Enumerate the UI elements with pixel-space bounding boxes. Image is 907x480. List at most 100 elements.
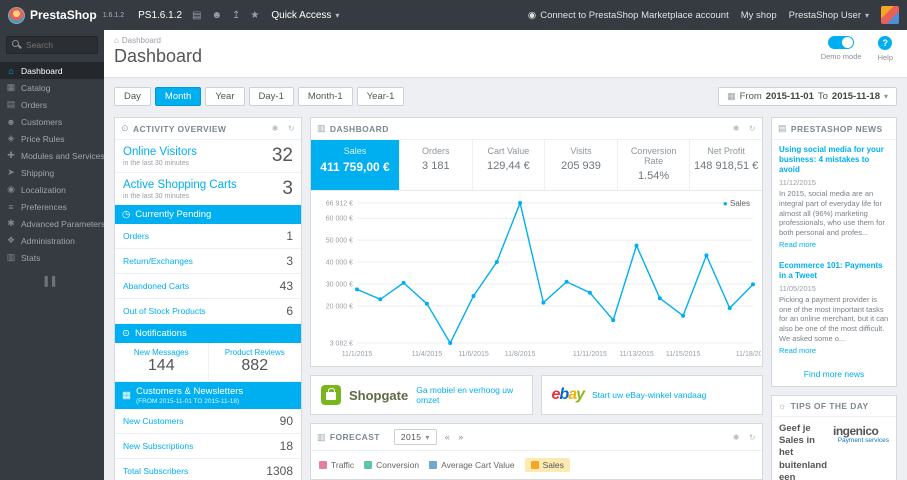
kpi-sales[interactable]: Sales 411 759,00 € — [311, 140, 399, 190]
forecast-legend-sales[interactable]: Sales — [524, 458, 570, 472]
ebay-logo: ebay — [552, 386, 585, 404]
total-subscribers-row[interactable]: Total Subscribers 1308 — [115, 459, 301, 480]
sidebar-item-label: Preferences — [21, 201, 67, 212]
new-messages-cell[interactable]: New Messages 144 — [115, 343, 208, 381]
chevron-down-icon: ▾ — [864, 10, 869, 20]
sidebar-item-dashboard[interactable]: ⌂ Dashboard — [0, 62, 104, 79]
breadcrumb-label: Dashboard — [121, 36, 161, 45]
upgrade-icon[interactable]: ↥ — [232, 10, 240, 21]
refresh-icon[interactable]: ↻ — [749, 433, 756, 442]
sidebar-item-preferences[interactable]: ≡ Preferences — [0, 198, 104, 215]
row-value: 1308 — [266, 464, 293, 478]
product-reviews-cell[interactable]: Product Reviews 882 — [207, 343, 302, 381]
avatar[interactable] — [881, 6, 899, 24]
news-icon: ▤ — [778, 123, 787, 133]
shopgate-link[interactable]: Ga mobiel en verhoog uw omzet — [416, 385, 521, 405]
sidebar-item-orders[interactable]: ▤ Orders — [0, 96, 104, 113]
active-carts-stat[interactable]: Active Shopping Carts in the last 30 min… — [115, 172, 301, 205]
forecast-prev-button[interactable]: « — [445, 432, 450, 442]
read-more-link[interactable]: Read more — [779, 240, 816, 249]
news-body: Picking a payment provider is one of the… — [779, 294, 889, 343]
sidebar-item-stats[interactable]: ▥ Stats — [0, 249, 104, 266]
news-headline-link[interactable]: Ecommerce 101: Payments in a Tweet — [779, 261, 889, 281]
row-label: Abandoned Carts — [123, 281, 190, 291]
refresh-icon[interactable]: ↻ — [288, 124, 295, 133]
gear-icon: ✱ — [7, 218, 15, 228]
sidebar-item-shipping[interactable]: ➤ Shipping — [0, 164, 104, 181]
online-visitors-label: Online Visitors — [123, 146, 197, 158]
to-label: To — [817, 91, 828, 102]
home-icon: ⌂ — [114, 36, 119, 45]
sidebar-item-advanced-parameters[interactable]: ✱ Advanced Parameters — [0, 215, 104, 232]
kpi-value: 3 181 — [422, 160, 450, 172]
sidebar-item-localization[interactable]: ◉ Localization — [0, 181, 104, 198]
forecast-legend: Traffic Conversion Average Cart Value Sa… — [311, 451, 762, 479]
breadcrumb[interactable]: ⌂ Dashboard — [114, 36, 897, 45]
online-visitors-stat[interactable]: Online Visitors in the last 30 minutes 3… — [115, 140, 301, 172]
filter-year-1-button[interactable]: Year-1 — [356, 87, 405, 106]
gear-icon[interactable]: ✱ — [733, 124, 740, 133]
pending-row-abandoned-carts[interactable]: Abandoned Carts 43 — [115, 274, 301, 299]
marketplace-link[interactable]: ◉ Connect to PrestaShop Marketplace acco… — [528, 10, 729, 21]
filter-month-1-button[interactable]: Month-1 — [297, 87, 353, 106]
new-customers-row[interactable]: New Customers 90 — [115, 409, 301, 434]
filter-month-button[interactable]: Month — [154, 87, 202, 106]
new-subscriptions-row[interactable]: New Subscriptions 18 — [115, 434, 301, 459]
kpi-orders[interactable]: Orders 3 181 — [399, 140, 472, 190]
gear-icon[interactable]: ✱ — [733, 433, 740, 442]
news-body: In 2015, social media are an integral pa… — [779, 189, 885, 237]
news-item: Ecommerce 101: Payments in a Tweet 11/05… — [772, 256, 896, 362]
gear-icon[interactable]: ✱ — [272, 124, 279, 133]
kpi-visits[interactable]: Visits 205 939 — [544, 140, 617, 190]
kpi-conversion-rate[interactable]: Conversion Rate 1.54% — [616, 140, 690, 190]
sidebar-item-price-rules[interactable]: ◈ Price Rules — [0, 130, 104, 147]
svg-text:11/1/2015: 11/1/2015 — [342, 351, 373, 358]
pending-row-returns[interactable]: Return/Exchanges 3 — [115, 249, 301, 274]
filter-day-1-button[interactable]: Day-1 — [248, 87, 294, 106]
dashboard-panel-title: DASHBOARD — [329, 123, 389, 134]
ebay-link[interactable]: Start uw eBay-winkel vandaag — [592, 390, 706, 400]
trophy-icon[interactable]: ★ — [250, 10, 259, 21]
sidebar-item-customers[interactable]: ☻ Customers — [0, 113, 104, 130]
chart-legend[interactable]: ● Sales — [723, 199, 750, 208]
refresh-icon[interactable]: ↻ — [749, 124, 756, 133]
read-more-link[interactable]: Read more — [779, 346, 816, 355]
forecast-legend-conversion[interactable]: Conversion — [364, 460, 419, 470]
filter-day-button[interactable]: Day — [114, 87, 151, 106]
filter-year-button[interactable]: Year — [205, 87, 245, 106]
cart-icon[interactable]: ▤ — [192, 10, 201, 21]
from-date: 2015-11-01 — [765, 91, 814, 102]
customers-icon[interactable]: ☻ — [211, 10, 222, 21]
legend-label: Average Cart Value — [441, 460, 515, 470]
find-more-news-link[interactable]: Find more news — [772, 362, 896, 386]
quick-access-menu[interactable]: Quick Access ▾ — [271, 10, 339, 21]
user-menu[interactable]: PrestaShop User ▾ — [789, 10, 869, 21]
kpi-net-profit[interactable]: Net Profit 148 918,51 € — [689, 140, 762, 190]
kpi-cart-value[interactable]: Cart Value 129,44 € — [471, 140, 545, 190]
sidebar-item-catalog[interactable]: ▦ Catalog — [0, 79, 104, 96]
help-button[interactable]: ? Help — [878, 36, 893, 62]
tips-icon: ☼ — [778, 400, 787, 411]
toggle-switch[interactable] — [828, 36, 855, 49]
kpi-label: Cart Value — [487, 146, 530, 156]
activity-panel-title: ACTIVITY OVERVIEW — [132, 123, 227, 134]
forecast-legend-traffic[interactable]: Traffic — [319, 460, 354, 470]
online-visitors-sub: in the last 30 minutes — [123, 160, 190, 167]
ingenico-logo: ingenico Payment services — [833, 423, 889, 480]
news-headline-link[interactable]: Using social media for your business: 4 … — [779, 145, 889, 175]
sidebar-collapse-button[interactable]: ▌▌ — [0, 276, 104, 286]
sidebar-item-modules[interactable]: ✚ Modules and Services — [0, 147, 104, 164]
pending-row-out-of-stock[interactable]: Out of Stock Products 6 — [115, 299, 301, 324]
forecast-next-button[interactable]: » — [458, 432, 463, 442]
demo-mode-toggle[interactable]: Demo mode — [821, 36, 862, 62]
prestashop-logo[interactable]: PrestaShop 1.6.1.2 — [8, 6, 124, 24]
tips-panel-title: TIPS OF THE DAY — [790, 400, 869, 411]
forecast-legend-average-cart-value[interactable]: Average Cart Value — [429, 460, 515, 470]
pending-row-orders[interactable]: Orders 1 — [115, 224, 301, 249]
bell-icon: ⊙ — [122, 328, 130, 339]
my-shop-link[interactable]: My shop — [741, 10, 777, 21]
forecast-year-select[interactable]: 2015 ▾ — [393, 429, 437, 445]
sidebar-item-administration[interactable]: ❖ Administration — [0, 232, 104, 249]
date-range-picker[interactable]: ▦ From 2015-11-01 To 2015-11-18 ▾ — [718, 87, 897, 106]
sidebar-item-label: Modules and Services — [21, 150, 104, 161]
